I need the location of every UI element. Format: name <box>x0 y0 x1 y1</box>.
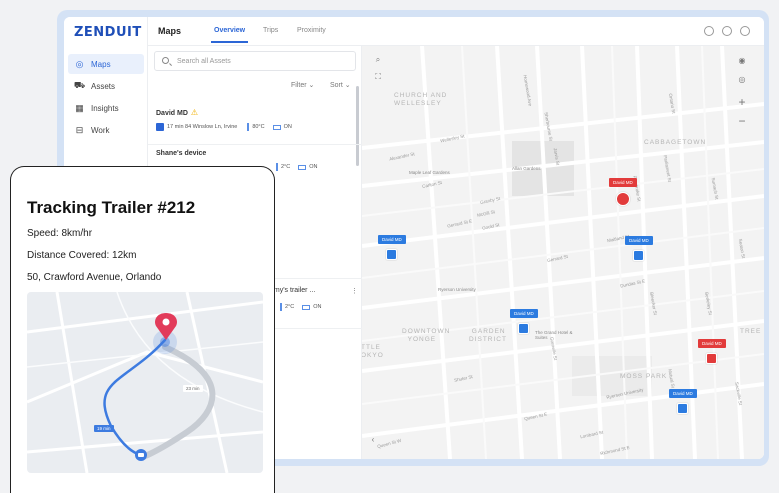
map-search-icon[interactable]: ⌕ <box>370 52 386 68</box>
device-temp: 2°C <box>281 164 291 170</box>
device-name: David MD <box>156 110 188 117</box>
car-icon <box>615 192 630 206</box>
alt-eta-badge: 23 min <box>183 385 203 392</box>
zoom-in-icon[interactable]: + <box>734 94 750 110</box>
warning-icon: ⚠ <box>190 108 199 117</box>
area-label: CHURCH AND WELLESLEY <box>394 92 448 107</box>
collapse-panel-icon[interactable]: ‹ <box>365 431 381 447</box>
device-status: ON <box>283 124 292 130</box>
vehicle-marker[interactable]: David MD <box>378 235 406 260</box>
device-meta: 17 min 84 Winslow Ln, Irvine <box>167 124 238 130</box>
sidebar-nav: ◎ Maps ⛟ Assets ▦ Insights ⊟ Work <box>68 54 144 142</box>
poi-label: Maple Leaf Gardens <box>409 170 450 175</box>
area-label: DOWNTOWN YONGE <box>402 328 451 343</box>
device-temp: 80°C <box>252 124 265 130</box>
list-item[interactable]: Jimmy's trailer ... ⋮ 2°C ON <box>263 287 358 311</box>
thermometer-icon <box>280 303 282 311</box>
thermometer-icon <box>247 123 250 131</box>
sort-button[interactable]: Sort ⌄ <box>330 81 351 89</box>
vehicle-icon <box>156 123 164 131</box>
fullscreen-icon[interactable]: ⛶ <box>370 69 386 85</box>
battery-icon <box>302 304 311 310</box>
sidebar-item-maps[interactable]: ◎ Maps <box>68 54 144 74</box>
chat-icon[interactable] <box>704 26 714 36</box>
more-icon[interactable]: ⋮ <box>351 287 358 295</box>
area-label: MOSS PARK <box>620 373 668 380</box>
card-title: Tracking Trailer #212 <box>27 198 196 217</box>
truck-icon <box>386 249 398 260</box>
area-label: CABBAGETOWN <box>644 139 707 146</box>
sidebar-item-assets[interactable]: ⛟ Assets <box>68 76 144 96</box>
truck-icon <box>633 250 645 261</box>
sidebar-item-label: Work <box>91 125 110 135</box>
settings-icon[interactable] <box>740 26 750 36</box>
battery-icon <box>272 124 281 130</box>
truck-icon <box>677 403 689 414</box>
vehicle-marker[interactable]: David MD <box>609 178 637 206</box>
route-map-graphic <box>27 292 263 473</box>
route-map[interactable]: 19 min 23 min <box>27 292 263 473</box>
eta-badge: 19 min <box>94 425 114 432</box>
poi-label: The Grand Hotel & Suites <box>535 330 573 340</box>
map-canvas[interactable]: CHURCH AND WELLESLEY CABBAGETOWN DOWNTOWN… <box>362 46 764 459</box>
vehicle-marker[interactable]: David MD <box>669 389 697 414</box>
sidebar-item-label: Maps <box>91 59 111 69</box>
location-icon[interactable]: ◎ <box>734 71 750 87</box>
battery-icon <box>298 164 307 170</box>
divider <box>148 144 362 145</box>
sidebar-item-label: Insights <box>91 103 119 113</box>
sidebar-item-insights[interactable]: ▦ Insights <box>68 98 144 118</box>
layers-icon[interactable]: ◉ <box>734 52 750 68</box>
sidebar-item-work[interactable]: ⊟ Work <box>68 120 144 140</box>
device-status: ON <box>309 164 318 170</box>
area-label: TTLE OKYO <box>362 344 384 359</box>
area-label: TREE <box>740 328 762 335</box>
address-text: 50, Crawford Avenue, Orlando <box>27 272 162 283</box>
sidebar-item-label: Assets <box>91 81 116 91</box>
vehicle-marker[interactable]: David MD <box>510 309 538 334</box>
area-label: GARDEN DISTRICT <box>469 328 507 343</box>
tab-proximity[interactable]: Proximity <box>297 27 326 34</box>
speed-text: Speed: 8km/hr <box>27 228 93 239</box>
truck-icon <box>518 323 530 334</box>
chart-icon: ▦ <box>75 102 84 113</box>
filter-button[interactable]: Filter ⌄ <box>291 81 314 89</box>
device-name: Shane's device <box>156 150 207 157</box>
tab-trips[interactable]: Trips <box>263 27 278 34</box>
marker-label: David MD <box>510 309 538 318</box>
distance-text: Distance Covered: 12km <box>27 250 137 261</box>
briefcase-icon: ⊟ <box>75 124 84 135</box>
thermometer-icon <box>276 163 278 171</box>
list-item[interactable]: David MD ⚠ 17 min 84 Winslow Ln, Irvine 8… <box>156 108 356 131</box>
marker-label: David MD <box>378 235 406 244</box>
search-placeholder: Search all Assets <box>177 58 231 65</box>
marker-label: David MD <box>625 236 653 245</box>
support-icon[interactable] <box>722 26 732 36</box>
marker-label: David MD <box>669 389 697 398</box>
map-pin-icon: ◎ <box>75 58 84 69</box>
list-scrollbar[interactable] <box>356 86 359 166</box>
poi-label: Allan Gardens <box>512 166 541 171</box>
page-title: Maps <box>158 26 182 36</box>
sort-label: Sort <box>330 82 343 89</box>
marker-label: David MD <box>698 339 726 348</box>
search-input[interactable]: Search all Assets <box>154 51 356 71</box>
car-icon: ⛟ <box>73 80 86 90</box>
marker-label: David MD <box>609 178 637 187</box>
vehicle-marker[interactable]: David MD <box>698 339 726 364</box>
poi-label: Ryerson University <box>438 287 476 292</box>
truck-icon <box>706 353 718 364</box>
tracking-card: Tracking Trailer #212 Speed: 8km/hr Dist… <box>10 166 275 493</box>
device-status: ON <box>313 304 322 310</box>
top-bar: Maps Overview Trips Proximity <box>148 17 764 46</box>
tab-overview[interactable]: Overview <box>210 27 249 43</box>
vehicle-marker[interactable]: David MD <box>625 236 653 261</box>
brand-logo[interactable]: ZENDUIT <box>74 25 142 40</box>
filter-label: Filter <box>291 82 307 89</box>
search-icon <box>162 57 169 64</box>
device-temp: 2°C <box>285 304 295 310</box>
zoom-out-icon[interactable]: − <box>734 113 750 129</box>
